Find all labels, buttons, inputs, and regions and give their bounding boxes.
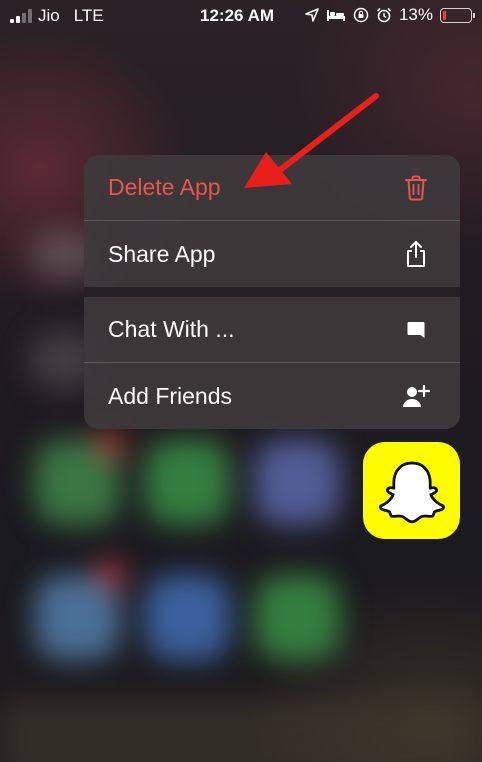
chat-bubble-icon — [402, 316, 430, 344]
sleep-bed-icon — [326, 10, 345, 21]
share-app-label: Share App — [108, 240, 216, 267]
trash-icon — [402, 174, 430, 202]
orientation-lock-icon — [353, 7, 369, 23]
alarm-clock-icon — [376, 7, 392, 23]
snapchat-ghost-icon — [378, 461, 445, 523]
menu-section-separator — [84, 287, 460, 297]
app-context-menu: Delete App Share App Chat With ... Add F… — [84, 155, 460, 429]
status-bar: Jio LTE 12:26 AM 13% — [0, 0, 482, 32]
add-friends-label: Add Friends — [108, 382, 233, 409]
status-time: 12:26 AM — [200, 6, 275, 25]
snapchat-app-icon[interactable] — [363, 442, 460, 539]
home-screen: Jio LTE 12:26 AM 13% Delete App Share Ap… — [0, 0, 482, 762]
delete-app-label: Delete App — [108, 174, 221, 200]
battery-level — [443, 10, 446, 20]
battery-percent: 13% — [398, 5, 433, 24]
share-icon — [402, 240, 430, 268]
add-friends-menu-item[interactable]: Add Friends — [84, 363, 460, 429]
share-app-menu-item[interactable]: Share App — [84, 221, 460, 287]
signal-icon — [10, 9, 32, 23]
add-friend-icon — [402, 382, 430, 410]
delete-app-menu-item[interactable]: Delete App — [84, 155, 460, 221]
location-arrow-icon — [305, 8, 319, 22]
network-type: LTE — [73, 6, 104, 25]
chat-with-label: Chat With ... — [108, 316, 235, 342]
status-left: Jio LTE — [10, 6, 104, 26]
carrier-name: Jio — [38, 6, 60, 25]
status-right: 13% — [305, 5, 475, 25]
chat-with-menu-item[interactable]: Chat With ... — [84, 297, 460, 363]
battery-icon — [440, 7, 475, 23]
